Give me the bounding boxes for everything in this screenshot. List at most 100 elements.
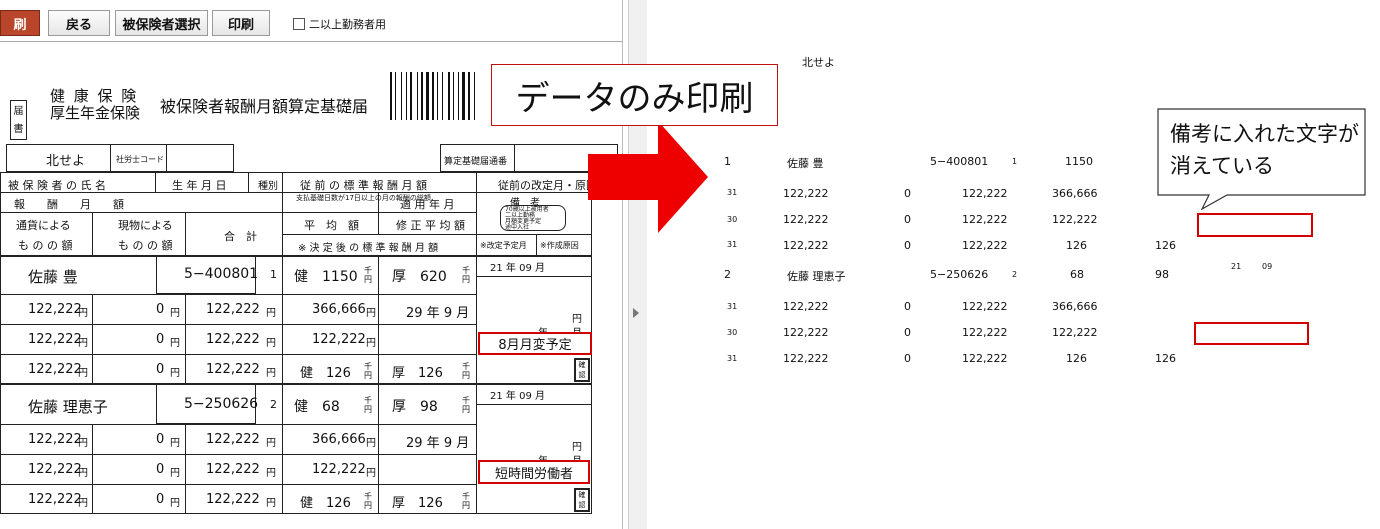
preview-employee-2-average: 122,222 bbox=[1052, 326, 1098, 339]
remarks-disappeared-text: 備考に入れた文字が消えている bbox=[1170, 122, 1359, 178]
employee-2-row-1-total: 122,222 bbox=[206, 432, 260, 447]
header-kind: 種別 bbox=[258, 181, 278, 192]
employee-2-row-3-total: 122,222 bbox=[206, 492, 260, 507]
header-total: 合 計 bbox=[224, 230, 257, 243]
yen-unit: 円 bbox=[78, 368, 88, 379]
preview-employee-1-sum: 366,666 bbox=[1052, 187, 1098, 200]
yen-unit: 円 bbox=[78, 338, 88, 349]
employee-1-row-1-kind: 0 bbox=[156, 302, 165, 317]
barcode bbox=[390, 72, 475, 120]
employee-1-row-3-currency: 122,222 bbox=[28, 362, 82, 377]
employee-1-row-3-total: 122,222 bbox=[206, 362, 260, 377]
preview-employee-2-sum: 366,666 bbox=[1052, 300, 1098, 313]
thousand-yen-unit: 千円 bbox=[364, 266, 372, 284]
yen-unit: 円 bbox=[266, 498, 276, 509]
preview-employee-2-row-3-currency: 122,222 bbox=[783, 352, 829, 365]
yen-unit: 円 bbox=[78, 498, 88, 509]
yen-unit: 円 bbox=[366, 338, 376, 349]
preview-employee-2-row-1-currency: 122,222 bbox=[783, 300, 829, 313]
header-revised-average: 修 正 平 均 額 bbox=[396, 219, 465, 232]
employee-2-apply-ym: 29 年 9 月 bbox=[406, 436, 470, 451]
employee-1-row-1-total: 122,222 bbox=[206, 302, 260, 317]
employee-2-prev-kou: 厚 98 bbox=[392, 399, 438, 415]
print-button[interactable]: 印刷 bbox=[212, 10, 270, 36]
preview-employee-2-prev-rev-month: 09 bbox=[1262, 262, 1273, 271]
preview-employee-2-row-3-kind: 0 bbox=[904, 352, 911, 365]
header-decided-standard: ※ 決 定 後 の 標 準 報 酬 月 額 bbox=[298, 243, 439, 254]
employee-2-prev-revision: 21 年 09 月 bbox=[490, 391, 546, 402]
header-created-reason: ※作成原因 bbox=[540, 241, 579, 250]
employee-2-average: 122,222 bbox=[312, 462, 366, 477]
preview-employee-1-no: 1 bbox=[724, 155, 731, 168]
preview-employee-2-prev-ken: 68 bbox=[1070, 268, 1084, 281]
print-button-partial[interactable]: 刷 bbox=[0, 10, 40, 36]
employee-2-decided-ken: 健 126 bbox=[300, 496, 351, 511]
preview-employee-1-row-3-currency: 122,222 bbox=[783, 239, 829, 252]
employee-1-average: 122,222 bbox=[312, 332, 366, 347]
preview-employee-1-prev-ken: 1150 bbox=[1065, 155, 1093, 168]
employee-2-row-1-currency: 122,222 bbox=[28, 432, 82, 447]
preview-employee-2-row-1-days: 31 bbox=[727, 302, 738, 311]
preview-employee-1-row-1-days: 31 bbox=[727, 188, 738, 197]
big-red-arrow-icon bbox=[588, 121, 708, 233]
insurance-type-pension: 厚生年金保険 bbox=[50, 104, 141, 122]
employee-2-row-3-currency: 122,222 bbox=[28, 492, 82, 507]
preview-employee-1-row-1-kind: 0 bbox=[904, 187, 911, 200]
form-title: 被保険者報酬月額算定基礎届 bbox=[160, 97, 369, 116]
employee-2-row-3-kind: 0 bbox=[156, 492, 165, 507]
header-prev-standard: 従 前 の 標 準 報 酬 月 額 bbox=[300, 179, 427, 192]
employee-1-row-3-kind: 0 bbox=[156, 362, 165, 377]
yen-unit: 円 bbox=[170, 498, 180, 509]
yen-unit: 円 bbox=[170, 368, 180, 379]
yen-unit: 円 bbox=[266, 438, 276, 449]
header-average: 平 均 額 bbox=[304, 219, 359, 232]
yen-unit: 円 bbox=[170, 438, 180, 449]
preview-employee-1-row-1-currency: 122,222 bbox=[783, 187, 829, 200]
header-currency-pay2: も の の 額 bbox=[18, 239, 73, 252]
employee-1-row-2-currency: 122,222 bbox=[28, 332, 82, 347]
sharoushi-code-label: 社労士コード bbox=[116, 155, 164, 164]
header-name: 被 保 険 者 の 氏 名 bbox=[8, 179, 106, 192]
yen-unit: 円 bbox=[366, 308, 376, 319]
preview-employee-1-row-3-days: 31 bbox=[727, 240, 738, 249]
yen-unit: 円 bbox=[266, 308, 276, 319]
preview-employee-1-row-3-total: 122,222 bbox=[962, 239, 1008, 252]
yen-unit: 円 bbox=[266, 468, 276, 479]
employee-1-prev-ken: 健 1150 bbox=[294, 269, 358, 285]
header-currency-pay: 通貨による bbox=[16, 219, 71, 232]
preview-employee-2-birth: 5−250626 bbox=[930, 268, 989, 281]
employee-1-decided-kou: 厚 126 bbox=[392, 366, 443, 381]
employee-2-remark[interactable]: 短時間労働者 bbox=[478, 460, 590, 484]
employee-2-check-badge: 確認 bbox=[574, 488, 590, 512]
preview-employee-1-row-2-days: 30 bbox=[727, 215, 738, 224]
header-prev-revision: 従前の改定月・原因 bbox=[498, 179, 597, 192]
employee-2-row-2-total: 122,222 bbox=[206, 462, 260, 477]
data-only-print-callout: データのみ印刷 bbox=[491, 64, 778, 126]
preview-employee-2-no: 2 bbox=[724, 268, 731, 281]
header-birth: 生 年 月 日 bbox=[172, 179, 227, 192]
employee-1-row-2-kind: 0 bbox=[156, 332, 165, 347]
multi-office-checkbox[interactable] bbox=[293, 18, 305, 30]
thousand-yen-unit: 千円 bbox=[364, 362, 372, 380]
select-insured-button[interactable]: 被保険者選択 bbox=[115, 10, 208, 36]
preview-employee-1-row-3-kind: 0 bbox=[904, 239, 911, 252]
employee-1-row-1-currency: 122,222 bbox=[28, 302, 82, 317]
employee-2-kind: 2 bbox=[270, 398, 277, 411]
employee-1-remark[interactable]: 8月月変予定 bbox=[478, 332, 592, 355]
preview-employee-2-decided-ken: 126 bbox=[1066, 352, 1087, 365]
preview-employee-2-row-1-total: 122,222 bbox=[962, 300, 1008, 313]
preview-employee-2-row-2-kind: 0 bbox=[904, 326, 911, 339]
preview-employee-1-birth: 5−400801 bbox=[930, 155, 989, 168]
employee-2-birth: 5−250626 bbox=[184, 396, 259, 412]
preview-employee-2-row-3-days: 31 bbox=[727, 354, 738, 363]
back-button[interactable]: 戻る bbox=[48, 10, 110, 36]
employee-2-row-1-kind: 0 bbox=[156, 432, 165, 447]
thousand-yen-unit: 千円 bbox=[364, 396, 372, 414]
header-kind-pay2: も の の 額 bbox=[118, 239, 173, 252]
preview-employee-1-row-2-currency: 122,222 bbox=[783, 213, 829, 226]
splitter-arrow-icon[interactable] bbox=[633, 308, 639, 318]
header-small-note: 支払基礎日数が17日以上の月の報酬の総額 bbox=[296, 194, 431, 202]
employee-2-decided-kou: 厚 126 bbox=[392, 496, 443, 511]
employee-2-name: 佐藤 理恵子 bbox=[28, 398, 108, 416]
preview-employee-2-prev-kou: 98 bbox=[1155, 268, 1169, 281]
